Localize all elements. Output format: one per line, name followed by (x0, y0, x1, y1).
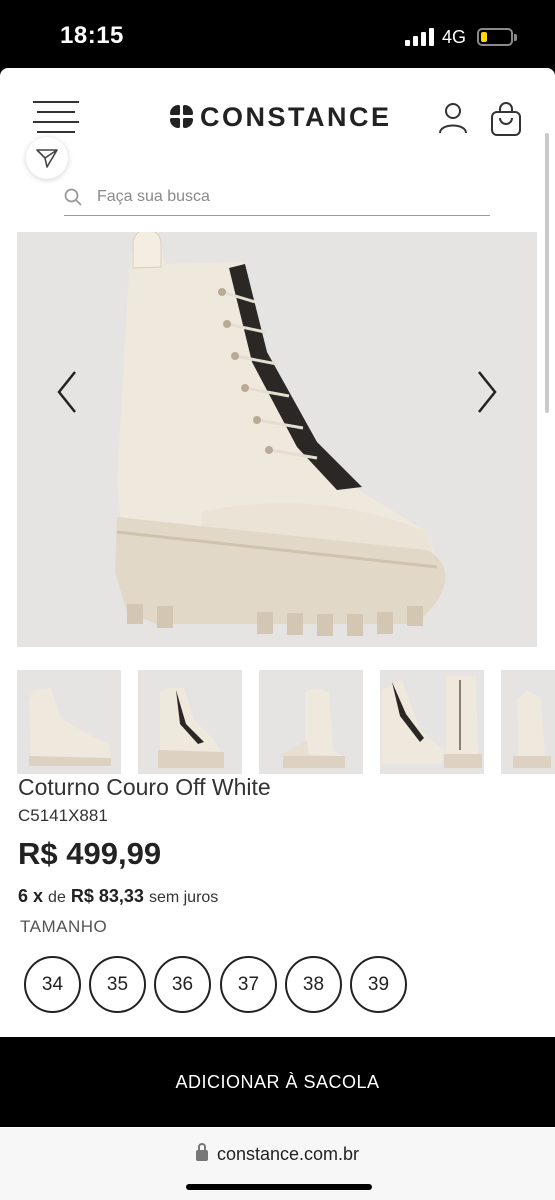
brand-name: CONSTANCE (200, 101, 392, 132)
size-option[interactable]: 34 (24, 956, 81, 1013)
thumbnail-5[interactable] (501, 670, 555, 774)
browser-address-bar: constance.com.br (0, 1128, 555, 1200)
share-icon[interactable] (26, 137, 68, 179)
product-price: R$ 499,99 (18, 836, 162, 871)
status-bar: 18:15 4G (0, 0, 555, 68)
installment-suffix: sem juros (148, 889, 219, 906)
thumbnail-1[interactable] (17, 670, 121, 774)
url-field[interactable]: constance.com.br (0, 1143, 555, 1165)
size-option[interactable]: 39 (350, 956, 407, 1013)
menu-icon[interactable] (33, 101, 79, 135)
logo-icon (170, 105, 194, 129)
thumbnail-strip (17, 670, 555, 774)
size-label: TAMANHO (20, 917, 108, 936)
battery-icon (477, 28, 517, 46)
lock-icon (195, 1143, 208, 1161)
next-image-arrow[interactable] (467, 362, 507, 422)
product-name: Coturno Couro Off White (18, 774, 271, 800)
status-time: 18:15 (60, 22, 124, 49)
boot-image (115, 232, 446, 636)
size-option[interactable]: 35 (89, 956, 146, 1013)
previous-image-arrow[interactable] (47, 362, 87, 422)
page-scrollbar[interactable] (545, 133, 549, 413)
chevron-left-icon (57, 371, 76, 413)
product-main-image[interactable] (17, 232, 537, 647)
battery-level (481, 32, 487, 42)
network-label: 4G (442, 27, 467, 47)
installment-count: 6 x (18, 886, 44, 906)
url-text: constance.com.br (216, 1144, 360, 1164)
search-input[interactable] (97, 184, 477, 210)
shopping-bag-icon[interactable] (489, 101, 523, 137)
product-code: C5141X881 (18, 806, 108, 825)
installment-de: de (48, 889, 66, 906)
header: CONSTANCE (0, 68, 555, 179)
chevron-right-icon (478, 371, 497, 413)
search-bar (64, 180, 490, 216)
thumbnail-2[interactable] (138, 670, 242, 774)
installments-info: 6 x de R$ 83,33 sem juros (18, 886, 218, 907)
size-option[interactable]: 38 (285, 956, 342, 1013)
brand-logo[interactable]: CONSTANCE (170, 102, 392, 132)
home-indicator[interactable] (186, 1184, 372, 1190)
user-icon[interactable] (437, 101, 469, 135)
thumbnail-3[interactable] (259, 670, 363, 774)
thumbnail-4[interactable] (380, 670, 484, 774)
size-selector: 34 35 36 37 38 39 (24, 956, 424, 1013)
size-option[interactable]: 37 (220, 956, 277, 1013)
signal-icon (405, 28, 435, 46)
size-option[interactable]: 36 (154, 956, 211, 1013)
add-to-bag-button[interactable]: ADICIONAR À SACOLA (0, 1037, 555, 1127)
page: CONSTANCE Faça sua busca Coturno Couro O… (0, 68, 555, 1128)
installment-amount: R$ 83,33 (70, 886, 144, 906)
search-icon (64, 188, 82, 206)
